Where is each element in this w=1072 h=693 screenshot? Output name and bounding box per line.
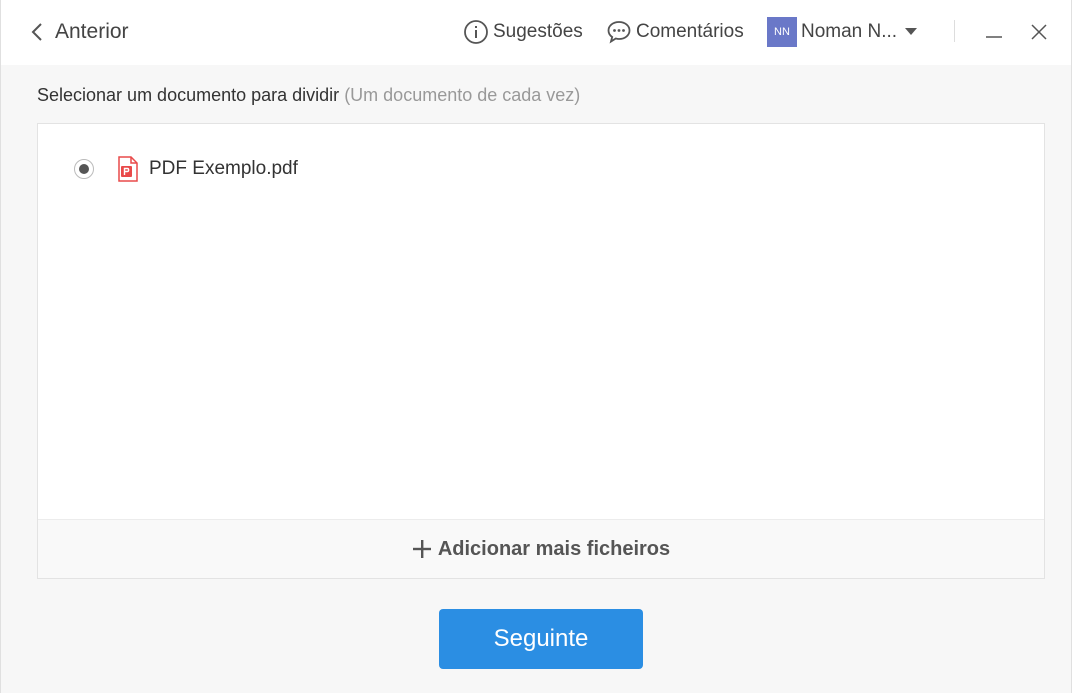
pdf-file-icon <box>118 156 138 182</box>
file-name: PDF Exemplo.pdf <box>149 158 298 179</box>
instruction-text: Selecionar um documento para dividir (Um… <box>37 85 580 106</box>
app-window: Anterior Sugestões Comentários NN Noman … <box>0 0 1072 693</box>
caret-down-icon <box>905 28 918 35</box>
back-label: Anterior <box>55 20 129 43</box>
suggestions-label: Sugestões <box>493 21 583 42</box>
suggestions-button[interactable]: Sugestões <box>463 17 583 47</box>
back-button[interactable]: Anterior <box>31 18 129 46</box>
minimize-button[interactable] <box>980 18 1008 46</box>
plus-icon <box>412 540 431 558</box>
avatar: NN <box>767 17 797 47</box>
chevron-left-icon <box>31 23 42 41</box>
close-icon <box>1031 24 1047 40</box>
close-button[interactable] <box>1025 18 1053 46</box>
user-name: Noman N... <box>801 21 898 42</box>
add-files-button[interactable]: Adicionar mais ficheiros <box>38 519 1044 578</box>
add-files-label: Adicionar mais ficheiros <box>437 537 671 560</box>
user-menu[interactable]: NN Noman N... <box>767 17 921 47</box>
file-list: PDF Exemplo.pdf Adicionar mais ficheiros <box>37 123 1045 579</box>
list-item[interactable]: PDF Exemplo.pdf <box>74 154 298 184</box>
radio-selected-dot <box>79 164 89 174</box>
info-icon <box>464 20 488 44</box>
comments-button[interactable]: Comentários <box>606 17 744 47</box>
comments-label: Comentários <box>636 21 744 42</box>
instruction-hint: (Um documento de cada vez) <box>344 85 581 105</box>
chat-bubble-icon <box>607 21 631 44</box>
minimize-icon <box>986 36 1002 38</box>
title-bar: Anterior Sugestões Comentários NN Noman … <box>1 0 1071 65</box>
divider <box>954 20 955 42</box>
file-radio[interactable] <box>74 159 94 179</box>
instruction-label: Selecionar um documento para dividir <box>37 85 340 105</box>
next-button[interactable]: Seguinte <box>439 609 643 669</box>
